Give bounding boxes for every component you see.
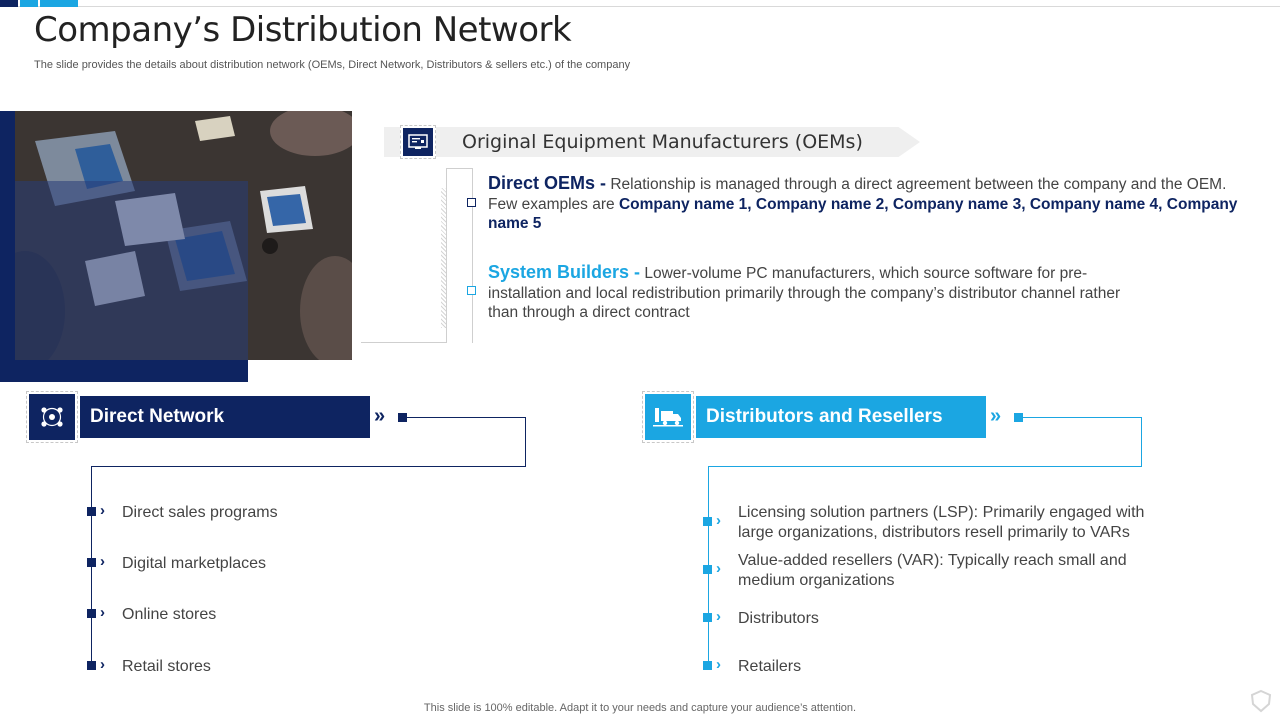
direct-network-connector-h2 — [91, 466, 526, 467]
direct-network-icon-frame — [26, 391, 78, 443]
direct-network-bullet-2 — [87, 558, 96, 567]
footer-note: This slide is 100% editable. Adapt it to… — [423, 702, 857, 714]
chevron-right-icon: › — [716, 656, 721, 673]
top-rule — [0, 6, 1280, 7]
oem-connector-top — [446, 168, 473, 169]
distributors-item-3: Distributors — [738, 610, 819, 627]
distributors-connector-h1 — [1021, 417, 1142, 418]
direct-oems-heading: Direct OEMs - — [488, 173, 607, 193]
chevron-right-icon: › — [100, 502, 105, 519]
direct-network-bullet-1 — [87, 507, 96, 516]
direct-network-bullet-4 — [87, 661, 96, 670]
oem-connector-right — [472, 168, 473, 343]
chevron-right-icon: › — [716, 560, 721, 577]
chevron-right-icon: › — [716, 512, 721, 529]
distributors-header: Distributors and Resellers — [696, 396, 986, 438]
distributors-bullet-1 — [703, 517, 712, 526]
chevron-right-icon: › — [100, 553, 105, 570]
top-accent-sky-long — [40, 0, 78, 7]
direct-network-header: Direct Network — [80, 396, 370, 438]
direct-network-connector-h1 — [405, 417, 526, 418]
shield-icon — [1250, 689, 1272, 713]
direct-network-item-3: Online stores — [122, 606, 217, 623]
direct-network-item-1: Direct sales programs — [122, 504, 278, 521]
delivery-truck-icon — [653, 408, 683, 427]
distributors-bullet-4 — [703, 661, 712, 670]
oem-title: Original Equipment Manufacturers (OEMs) — [462, 131, 863, 153]
system-builders-heading: System Builders - — [488, 262, 641, 282]
direct-oems-item: Direct OEMs - Relationship is managed th… — [488, 173, 1253, 234]
network-people-icon — [41, 407, 63, 427]
distributors-icon-frame — [642, 391, 694, 443]
distributors-item-4: Retailers — [738, 658, 802, 675]
chevron-right-icon: › — [100, 656, 105, 673]
photo-tint-overlay — [15, 181, 248, 360]
top-accent-navy — [0, 0, 18, 7]
system-builders-item: System Builders - Lower-volume PC manufa… — [488, 262, 1128, 323]
oem-marker-1 — [467, 198, 476, 207]
chevron-right-icon: › — [716, 608, 721, 625]
chevron-right-icon: › — [100, 604, 105, 621]
direct-network-item-2: Digital marketplaces — [122, 555, 267, 572]
page-subtitle: The slide provides the details about dis… — [34, 59, 631, 71]
distributors-connector-v1 — [1141, 417, 1142, 467]
distributors-chevron-icon: » — [990, 405, 1002, 427]
top-accent-sky — [20, 0, 38, 7]
computer-icon — [408, 134, 428, 149]
oem-connector-left — [446, 168, 447, 343]
oem-marker-2 — [467, 286, 476, 295]
distributors-item-2: Value-added resellers (VAR): Typically r… — [738, 552, 1127, 589]
oem-icon-frame — [400, 125, 436, 159]
oem-connector-hatch — [441, 188, 446, 328]
distributors-bullet-2 — [703, 565, 712, 574]
direct-network-bullet-3 — [87, 609, 96, 618]
direct-network-item-4: Retail stores — [122, 658, 211, 675]
oem-connector-bottom — [361, 342, 447, 343]
direct-network-connector-v1 — [525, 417, 526, 467]
distributors-item-1: Licensing solution partners (LSP): Prima… — [738, 504, 1145, 541]
direct-network-chevron-icon: » — [374, 405, 386, 427]
distributors-connector-h2 — [708, 466, 1142, 467]
page-title: Company’s Distribution Network — [34, 10, 572, 50]
distributors-bullet-3 — [703, 613, 712, 622]
